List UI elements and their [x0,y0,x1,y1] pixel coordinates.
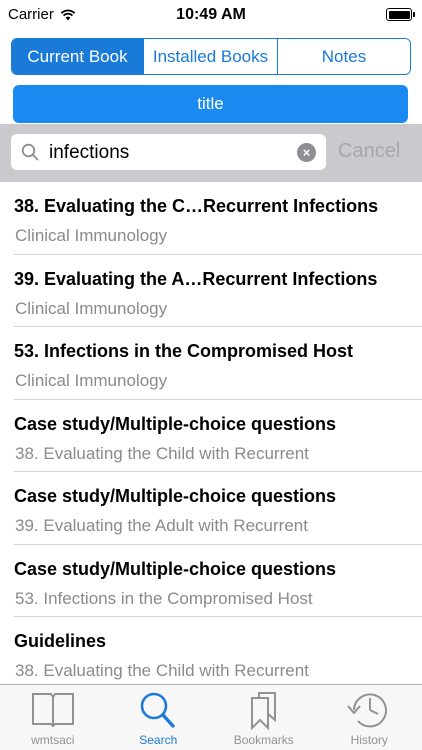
book-icon [31,693,74,728]
result-subtitle: Clinical Immunology [15,226,168,245]
result-subtitle: 38. Evaluating the Child with Recurrent [15,661,309,680]
result-title: Case study/Multiple-choice questions [14,486,337,506]
search-icon [140,692,175,728]
history-icon [347,693,388,728]
result-row[interactable]: Case study/Multiple-choice questions 38.… [0,400,422,473]
result-title: 53. Infections in the Compromised Host [14,341,354,361]
title-filter-button[interactable]: title [13,85,408,123]
result-subtitle: 53. Infections in the Compromised Host [15,588,313,608]
clear-search-icon[interactable]: × [297,143,316,162]
result-title: Guidelines [14,631,107,651]
segment-installed-books[interactable]: Installed Books [144,39,278,74]
battery-icon [386,8,415,21]
tab-label: wmtsaci [31,733,75,747]
result-subtitle: 38. Evaluating the Child with Recurrent [15,443,309,463]
search-input-value: infections [49,142,130,163]
tab-bookmarks[interactable]: Bookmarks [211,685,317,750]
cancel-button[interactable]: Cancel [338,140,400,163]
search-input[interactable]: infections × [11,134,326,170]
tab-library[interactable]: wmtsaci [0,685,106,750]
search-bar: infections × Cancel [0,124,422,182]
tab-history[interactable]: History [317,685,422,750]
tab-label: Search [139,733,178,747]
scope-segmented-control: Current Book Installed Books Notes [11,38,411,75]
tab-label: History [350,733,388,747]
result-subtitle: Clinical Immunology [15,298,168,318]
result-row[interactable]: 38. Evaluating the C…Recurrent Infection… [0,182,422,255]
result-title: Case study/Multiple-choice questions [14,413,337,434]
segment-current-book[interactable]: Current Book [12,39,144,74]
tab-search[interactable]: Search [106,685,212,750]
result-title: Case study/Multiple-choice questions [14,558,337,579]
result-subtitle: 39. Evaluating the Adult with Recurrent [15,516,308,535]
tab-bar: wmtsaci Search Bookmarks History [0,684,422,750]
segment-notes[interactable]: Notes [278,39,410,74]
result-row[interactable]: 53. Infections in the Compromised Host C… [0,327,422,400]
search-results-list: 38. Evaluating the C…Recurrent Infection… [0,182,422,684]
search-icon [21,143,39,161]
tab-label: Bookmarks [233,733,294,747]
result-title: 38. Evaluating the C…Recurrent Infection… [14,196,379,216]
result-row[interactable]: 39. Evaluating the A…Recurrent Infection… [0,255,422,328]
result-row[interactable]: Guidelines 38. Evaluating the Child with… [0,617,422,684]
result-title: 39. Evaluating the A…Recurrent Infection… [14,268,378,289]
result-row[interactable]: Case study/Multiple-choice questions 39.… [0,472,422,545]
result-row[interactable]: Case study/Multiple-choice questions 53.… [0,545,422,618]
bookmarks-icon [250,692,276,731]
status-bar: Carrier 10:49 AM [0,0,422,30]
result-subtitle: Clinical Immunology [15,371,168,390]
status-time: 10:49 AM [176,6,246,23]
